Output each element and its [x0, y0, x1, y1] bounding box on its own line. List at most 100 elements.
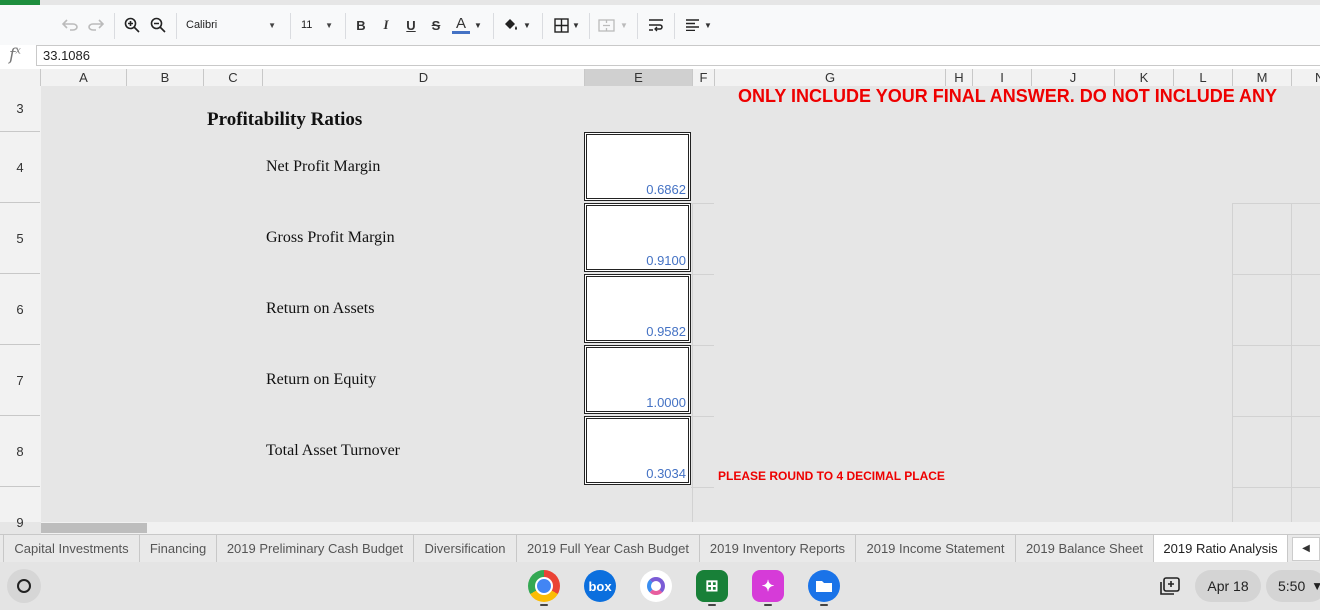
chevron-down-icon: ▼ — [268, 20, 276, 30]
gridline — [1291, 203, 1292, 522]
column-header[interactable]: C — [204, 69, 263, 86]
column-header[interactable]: L — [1174, 69, 1233, 86]
gridline — [691, 203, 714, 204]
toolbar-separator — [589, 13, 590, 39]
chrome-app-icon[interactable] — [528, 570, 560, 602]
align-icon[interactable] — [682, 13, 702, 37]
instruction-warning: ONLY INCLUDE YOUR FINAL ANSWER. DO NOT I… — [738, 86, 1278, 106]
chevron-down-icon[interactable]: ▼ — [570, 13, 582, 37]
select-all-corner[interactable] — [0, 69, 41, 86]
column-header[interactable]: J — [1032, 69, 1115, 86]
sheet-tab[interactable]: 2019 Inventory Reports — [700, 535, 856, 562]
column-header[interactable]: B — [127, 69, 204, 86]
underline-button[interactable]: U — [402, 13, 420, 37]
text-color-swatch — [452, 30, 470, 34]
box-app-icon[interactable]: box — [584, 570, 616, 602]
sheet-tab[interactable]: Financing — [140, 535, 217, 562]
sheets-calculator-app-icon[interactable]: ⊞ — [696, 570, 728, 602]
strikethrough-button[interactable]: S — [427, 13, 445, 37]
row-header[interactable]: 5 — [0, 203, 40, 274]
column-header[interactable]: M — [1233, 69, 1292, 86]
toolbar-separator — [493, 13, 494, 39]
ratio-value-cell[interactable]: 1.0000 — [584, 345, 691, 414]
sheet-tab[interactable]: 2019 Full Year Cash Budget — [517, 535, 700, 562]
toolbar-separator — [542, 13, 543, 39]
chevron-down-icon[interactable]: ▼ — [521, 13, 533, 37]
status-area[interactable]: 5:50 ▼ — [1266, 570, 1320, 602]
row-header[interactable]: 6 — [0, 274, 40, 345]
font-family-value: Calibri — [186, 19, 218, 31]
ratio-value-cell[interactable]: 0.6862 — [584, 132, 691, 201]
assistant-app-icon[interactable] — [640, 570, 672, 602]
merge-cells-icon[interactable] — [596, 13, 616, 37]
text-color-button[interactable]: A — [451, 13, 471, 37]
column-header-bar: A B C D E F G H I J K L M N — [0, 69, 1320, 87]
column-header[interactable]: F — [693, 69, 715, 86]
ratio-value: 0.9582 — [646, 324, 686, 339]
toolbar-separator — [176, 13, 177, 39]
row-header[interactable]: 3 — [0, 86, 40, 132]
column-header[interactable]: G — [715, 69, 946, 86]
chrome-center — [535, 577, 553, 595]
row-header[interactable]: 7 — [0, 345, 40, 416]
toolbar-separator — [674, 13, 675, 39]
sheet-tab[interactable]: Diversification — [414, 535, 517, 562]
sparkle-glyph: ✦ — [761, 578, 775, 595]
calculator-glyph: ⊞ — [705, 578, 719, 595]
ratio-value: 0.3034 — [646, 466, 686, 481]
sheet-tab[interactable]: 2019 Preliminary Cash Budget — [217, 535, 414, 562]
toolbar-separator — [290, 13, 291, 39]
launcher-button[interactable] — [7, 569, 41, 603]
wrap-text-icon[interactable] — [646, 13, 666, 37]
zoom-out-icon[interactable] — [148, 13, 168, 37]
column-header[interactable]: I — [973, 69, 1032, 86]
column-header[interactable]: A — [41, 69, 127, 86]
ratio-value: 1.0000 — [646, 395, 686, 410]
sheet-tab-active[interactable]: 2019 Ratio Analysis — [1154, 535, 1288, 562]
sheet-tab[interactable]: 2019 Balance Sheet — [1016, 535, 1154, 562]
horizontal-scrollbar[interactable] — [41, 522, 1320, 534]
section-title: Profitability Ratios — [207, 109, 363, 130]
bold-button[interactable]: B — [352, 13, 370, 37]
row-header[interactable]: 8 — [0, 416, 40, 487]
sheet-tab[interactable]: 2019 Income Statement — [856, 535, 1016, 562]
running-indicator — [540, 604, 548, 606]
italic-button[interactable]: I — [377, 13, 395, 37]
font-size-select[interactable]: 11 ▼ — [301, 14, 337, 36]
borders-icon[interactable] — [551, 13, 571, 37]
screen-capture-icon[interactable] — [1152, 570, 1188, 602]
chevron-down-icon[interactable]: ▼ — [618, 13, 630, 37]
column-header[interactable]: D — [263, 69, 585, 86]
date-label: Apr 18 — [1207, 578, 1249, 594]
column-header[interactable]: N — [1292, 69, 1320, 86]
ratio-value: 0.9100 — [646, 253, 686, 268]
scrollbar-thumb[interactable] — [41, 523, 147, 533]
ratio-value-cell[interactable]: 0.3034 — [584, 416, 691, 485]
date-pill[interactable]: Apr 18 — [1195, 570, 1261, 602]
font-size-value: 11 — [301, 19, 313, 31]
column-header-selected[interactable]: E — [585, 69, 693, 86]
chevron-down-icon: ▼ — [325, 20, 333, 30]
sparkle-app-icon[interactable]: ✦ — [752, 570, 784, 602]
undo-icon[interactable] — [60, 13, 80, 37]
redo-icon[interactable] — [86, 13, 106, 37]
font-family-select[interactable]: Calibri ▼ — [186, 14, 280, 36]
gridline — [1232, 274, 1320, 275]
files-app-icon[interactable] — [808, 570, 840, 602]
spreadsheet-grid[interactable]: ONLY INCLUDE YOUR FINAL ANSWER. DO NOT I… — [41, 86, 1320, 522]
tab-scroll-left-icon[interactable]: ◀ — [1292, 537, 1320, 561]
row-header[interactable]: 4 — [0, 132, 40, 203]
zoom-in-icon[interactable] — [122, 13, 142, 37]
ratio-value-cell[interactable]: 0.9100 — [584, 203, 691, 272]
chevron-down-icon[interactable]: ▼ — [702, 13, 714, 37]
toolbar-separator — [637, 13, 638, 39]
sheet-tab[interactable]: Capital Investments — [3, 535, 140, 562]
launcher-icon — [17, 579, 31, 593]
column-header[interactable]: H — [946, 69, 973, 86]
column-header[interactable]: K — [1115, 69, 1174, 86]
fill-color-icon[interactable] — [500, 13, 522, 37]
gridline — [691, 416, 714, 417]
formula-input[interactable]: 33.1086 — [36, 45, 1320, 66]
ratio-value-cell[interactable]: 0.9582 — [584, 274, 691, 343]
chevron-down-icon[interactable]: ▼ — [472, 13, 484, 37]
